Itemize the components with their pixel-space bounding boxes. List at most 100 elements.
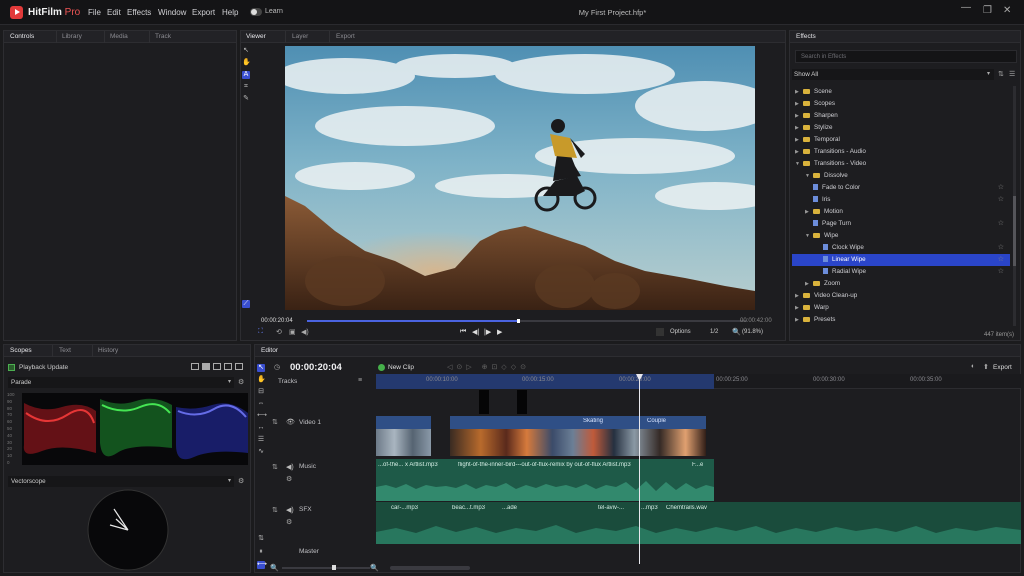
audio-fx-icon[interactable]: ⚙ [286,518,292,526]
video-clip[interactable]: Skating Couple [450,416,706,456]
zoom-level[interactable]: (91.8%) [742,329,763,335]
effects-item[interactable]: ▶ Temporal [792,134,1010,146]
slip-tool-icon[interactable]: ↔ [257,424,265,432]
vectorscope-dropdown[interactable]: Vectorscope ▾ [8,476,234,487]
favorite-star-icon[interactable]: ☆ [998,242,1004,254]
effects-scrollbar[interactable] [1013,86,1016,326]
visibility-eye-icon[interactable]: 👁 [286,418,295,426]
expand-right-icon[interactable]: ▶ [795,86,803,98]
new-clip-button[interactable]: New Clip [388,364,414,371]
track-master-label[interactable]: Master [299,548,319,555]
effects-item[interactable]: Fade to Color ☆ [792,182,1010,194]
tab-history[interactable]: History [98,347,118,354]
expand-right-icon[interactable]: ▶ [805,206,813,218]
step-back-icon[interactable]: ◀| [472,328,479,336]
select-tool-icon[interactable]: ↖ [242,47,250,55]
zoom-out-icon[interactable]: 🔍 [270,564,279,572]
favorite-star-icon[interactable]: ☆ [998,194,1004,206]
layout-single-icon[interactable] [191,363,199,370]
hand-tool-icon[interactable]: ✋ [242,59,251,67]
effects-scroll-thumb[interactable] [1013,196,1016,266]
effects-item[interactable]: Radial Wipe ☆ [792,266,1010,278]
expand-down-icon[interactable]: ▼ [795,158,803,170]
slice-tool-icon[interactable]: ⊟ [257,388,265,396]
favorite-star-icon[interactable]: ☆ [998,182,1004,194]
pause-icon[interactable]: ⏸ [257,548,265,556]
expand-down-icon[interactable]: ▼ [805,230,813,242]
layout-list-icon[interactable] [235,363,243,370]
snapshot-icon[interactable]: ▣ [289,328,296,336]
resolution-dropdown[interactable]: 1/2 [710,329,718,335]
audio-fx-icon[interactable]: ⚙ [286,475,292,483]
effects-item[interactable]: ▶ Transitions - Audio [792,146,1010,158]
new-clip-icon[interactable] [378,364,385,371]
fit-icon[interactable]: ⛶ [258,328,263,336]
expand-right-icon[interactable]: ▶ [795,122,803,134]
text-tool-icon[interactable]: A [242,71,250,79]
effects-item[interactable]: Linear Wipe ☆ [792,254,1010,266]
effects-item[interactable]: ▶ Scene [792,86,1010,98]
loop-icon[interactable]: ⟲ [276,328,282,336]
expand-right-icon[interactable]: ▶ [795,98,803,110]
step-forward-icon[interactable]: |▶ [484,328,491,336]
vectorscope-settings-icon[interactable]: ⚙ [238,477,244,485]
layout-grid-icon[interactable] [224,363,232,370]
track-music-label[interactable]: Music [299,463,316,470]
effects-filter-dropdown[interactable]: Show All ▾ [792,69,994,80]
effects-item[interactable]: Clock Wipe ☆ [792,242,1010,254]
select-tool-icon[interactable]: ↖ [257,364,265,372]
layout-triple-icon[interactable] [213,363,221,370]
tab-editor[interactable]: Editor [261,347,278,354]
mute-speaker-icon[interactable]: ◀) [286,506,294,514]
zoom-in-icon[interactable]: 🔍 [370,564,379,572]
tab-media[interactable]: Media [110,33,128,40]
scope-settings-icon[interactable]: ⚙ [238,378,244,386]
expand-right-icon[interactable]: ▶ [805,278,813,290]
effects-item[interactable]: Iris ☆ [792,194,1010,206]
ripple-tool-icon[interactable]: ⇔ [257,400,265,408]
track-video1-label[interactable]: Video 1 [299,419,321,426]
slide-tool-icon[interactable]: ☰ [257,436,265,444]
keyframe-nav-icons[interactable]: ◁⊙▷ ⊕⊡◇◇⊙ [447,363,530,371]
tab-text[interactable]: Text [59,347,71,354]
list-view-icon[interactable]: ☰ [1009,70,1015,78]
effects-item[interactable]: ▼ Wipe [792,230,1010,242]
timeline-scrollbar[interactable] [390,566,470,570]
transition-block[interactable] [479,390,489,414]
viewer-playhead[interactable] [517,319,521,323]
crop-tool-icon[interactable]: ⌗ [242,83,250,91]
favorite-star-icon[interactable]: ☆ [998,218,1004,230]
pen-tool-icon[interactable]: ✎ [242,95,250,103]
expand-right-icon[interactable]: ▶ [795,302,803,314]
sfx-clips[interactable]: car-...mp3 beac...t.mp3 ...ade tel-aviv-… [376,502,1021,544]
effects-item[interactable]: ▶ Presets [792,314,1010,326]
tab-effects[interactable]: Effects [796,33,816,40]
effects-item[interactable]: ▼ Transitions - Video [792,158,1010,170]
color-swatch[interactable] [656,328,664,336]
effects-item[interactable]: ▶ Sharpen [792,110,1010,122]
tab-library[interactable]: Library [62,33,82,40]
effects-item[interactable]: ▶ Warp [792,302,1010,314]
layout-split-icon[interactable] [202,363,210,370]
effects-item[interactable]: ▼ Dissolve [792,170,1010,182]
minimize-icon[interactable]: — [961,2,971,13]
effects-item[interactable]: ▶ Scopes [792,98,1010,110]
favorite-star-icon[interactable]: ☆ [998,254,1004,266]
parade-dropdown[interactable]: Parade ▾ [8,377,234,388]
playback-update-checkbox[interactable] [8,364,15,371]
export-button[interactable]: Export [993,364,1012,371]
timeline-zoom-slider[interactable] [282,565,370,570]
expand-right-icon[interactable]: ▶ [795,290,803,302]
effects-item[interactable]: ▶ Video Clean-up [792,290,1010,302]
tab-track[interactable]: Track [155,33,171,40]
rate-tool-icon[interactable]: ∿ [257,448,265,456]
music-clip[interactable]: ...of-the... x Artlist.mp3 flight-of-the… [376,459,714,501]
tab-export[interactable]: Export [336,33,355,40]
mute-speaker-icon[interactable]: ◀) [286,463,294,471]
tab-layer[interactable]: Layer [292,33,308,40]
track-sfx-label[interactable]: SFX [299,506,312,513]
export-icon[interactable]: ⬆ [983,363,989,371]
snap-icon[interactable]: ⇅ [257,535,265,543]
effects-item[interactable]: ▶ Motion [792,206,1010,218]
options-dropdown[interactable]: Options [670,329,691,335]
